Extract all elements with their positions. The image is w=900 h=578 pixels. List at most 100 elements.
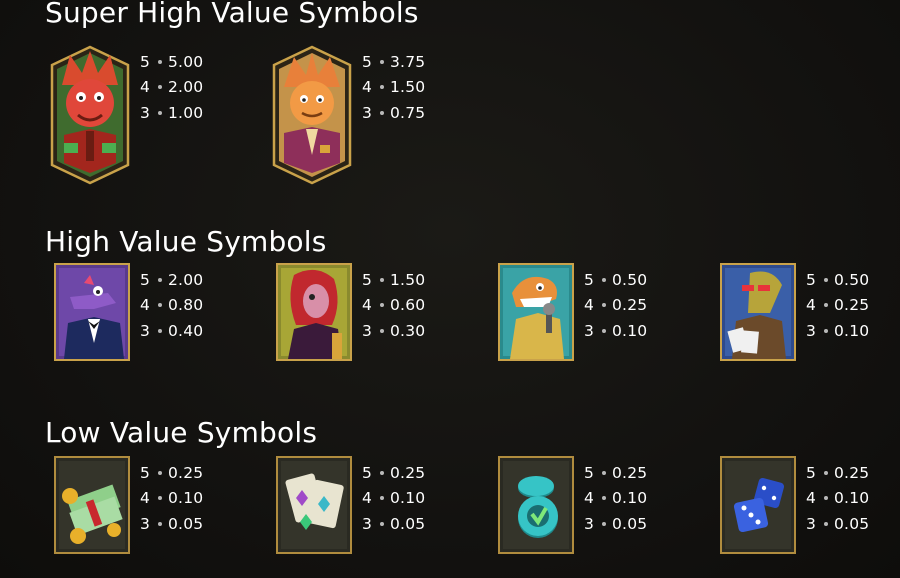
symbol-count: 5 <box>140 270 150 289</box>
pay-line: 3 0.75 <box>362 100 425 126</box>
symbol-dice: 5 0.25 4 0.10 3 0.05 <box>720 456 869 554</box>
pay-value: 0.10 <box>390 489 426 508</box>
symbol-count: 3 <box>584 514 594 533</box>
pay-value: 0.05 <box>168 514 204 533</box>
symbol-singer-dino: 5 0.50 4 0.25 3 0.10 <box>498 263 647 361</box>
pay-value: 1.00 <box>168 103 204 122</box>
pay-line: 4 0.60 <box>362 293 425 319</box>
symbol-count: 4 <box>362 489 372 508</box>
pay-line: 5 0.25 <box>806 460 869 486</box>
pay-line: 4 0.10 <box>362 486 425 512</box>
high-value-title: High Value Symbols <box>45 225 327 258</box>
paytable: 5 0.25 4 0.10 3 0.05 <box>584 460 647 537</box>
symbol-count: 5 <box>140 52 150 71</box>
separator-dot <box>158 110 162 115</box>
symbol-count: 3 <box>140 321 150 340</box>
separator-dot <box>824 277 828 282</box>
symbol-count: 4 <box>362 78 372 97</box>
pay-value: 0.80 <box>168 296 204 315</box>
paytable: 5 0.50 4 0.25 3 0.10 <box>584 267 647 344</box>
symbol-count: 4 <box>140 78 150 97</box>
paytable: 5 1.50 4 0.60 3 0.30 <box>362 267 425 344</box>
pay-line: 5 2.00 <box>140 267 203 293</box>
symbol-count: 4 <box>362 296 372 315</box>
symbol-count: 5 <box>806 270 816 289</box>
separator-dot <box>380 328 384 333</box>
pay-value: 0.25 <box>612 463 648 482</box>
pay-line: 3 0.10 <box>584 318 647 344</box>
symbol-purple-crocodile: 5 2.00 4 0.80 3 0.40 <box>54 263 203 361</box>
separator-dot <box>602 470 606 475</box>
pay-line: 3 0.10 <box>806 318 869 344</box>
casino-chips-symbol <box>498 456 574 554</box>
green-dino-cards-symbol <box>720 263 796 361</box>
separator-dot <box>158 470 162 475</box>
separator-dot <box>380 496 384 501</box>
pay-line: 3 0.05 <box>140 511 203 537</box>
paytable: 5 0.25 4 0.10 3 0.05 <box>140 460 203 537</box>
separator-dot <box>824 470 828 475</box>
separator-dot <box>158 521 162 526</box>
pay-value: 0.25 <box>168 463 204 482</box>
pay-line: 5 5.00 <box>140 49 203 75</box>
pay-line: 5 0.50 <box>584 267 647 293</box>
pay-line: 4 0.80 <box>140 293 203 319</box>
pay-value: 0.05 <box>612 514 648 533</box>
pay-line: 5 0.25 <box>584 460 647 486</box>
pay-value: 0.60 <box>390 296 426 315</box>
pay-value: 0.05 <box>390 514 426 533</box>
symbol-count: 3 <box>584 321 594 340</box>
pay-value: 2.00 <box>168 270 204 289</box>
pay-line: 3 0.30 <box>362 318 425 344</box>
purple-crocodile-tuxedo-symbol <box>54 263 130 361</box>
pay-value: 0.05 <box>834 514 870 533</box>
red-triceratops-boss-symbol <box>50 45 130 185</box>
symbol-count: 5 <box>584 463 594 482</box>
pay-line: 4 0.10 <box>140 486 203 512</box>
pay-value: 0.25 <box>612 296 648 315</box>
symbol-count: 3 <box>362 103 372 122</box>
pay-line: 5 0.25 <box>140 460 203 486</box>
separator-dot <box>824 328 828 333</box>
blue-dice-symbol <box>720 456 796 554</box>
pay-value: 0.10 <box>612 321 648 340</box>
symbol-count: 5 <box>806 463 816 482</box>
paytable: 5 2.00 4 0.80 3 0.40 <box>140 267 203 344</box>
redhead-lady-dino-symbol <box>276 263 352 361</box>
pay-value: 2.00 <box>168 78 204 97</box>
symbol-count: 3 <box>140 514 150 533</box>
separator-dot <box>158 328 162 333</box>
paytable: 5 3.75 4 1.50 3 0.75 <box>362 49 425 126</box>
symbol-green-dino: 5 0.50 4 0.25 3 0.10 <box>720 263 869 361</box>
separator-dot <box>824 496 828 501</box>
separator-dot <box>158 85 162 90</box>
separator-dot <box>380 277 384 282</box>
paytable: 5 0.50 4 0.25 3 0.10 <box>806 267 869 344</box>
pay-line: 3 0.40 <box>140 318 203 344</box>
symbol-orange-triceratops: 5 3.75 4 1.50 3 0.75 <box>272 45 425 185</box>
pay-line: 4 1.50 <box>362 75 425 101</box>
pay-value: 0.75 <box>390 103 426 122</box>
separator-dot <box>824 521 828 526</box>
symbol-cash: 5 0.25 4 0.10 3 0.05 <box>54 456 203 554</box>
pay-line: 4 0.25 <box>584 293 647 319</box>
paytable: 5 5.00 4 2.00 3 1.00 <box>140 49 203 126</box>
pay-value: 0.50 <box>834 270 870 289</box>
orange-triceratops-suit-symbol <box>272 45 352 185</box>
symbol-count: 5 <box>362 52 372 71</box>
symbol-redhead-lady: 5 1.50 4 0.60 3 0.30 <box>276 263 425 361</box>
separator-dot <box>158 59 162 64</box>
pay-value: 0.10 <box>834 489 870 508</box>
pay-value: 0.10 <box>168 489 204 508</box>
symbol-count: 3 <box>140 103 150 122</box>
separator-dot <box>380 85 384 90</box>
separator-dot <box>602 303 606 308</box>
separator-dot <box>380 470 384 475</box>
separator-dot <box>380 59 384 64</box>
pay-line: 4 0.10 <box>584 486 647 512</box>
pay-value: 1.50 <box>390 270 426 289</box>
pay-value: 3.75 <box>390 52 426 71</box>
pay-line: 3 0.05 <box>362 511 425 537</box>
pay-line: 4 2.00 <box>140 75 203 101</box>
pay-value: 0.25 <box>834 296 870 315</box>
